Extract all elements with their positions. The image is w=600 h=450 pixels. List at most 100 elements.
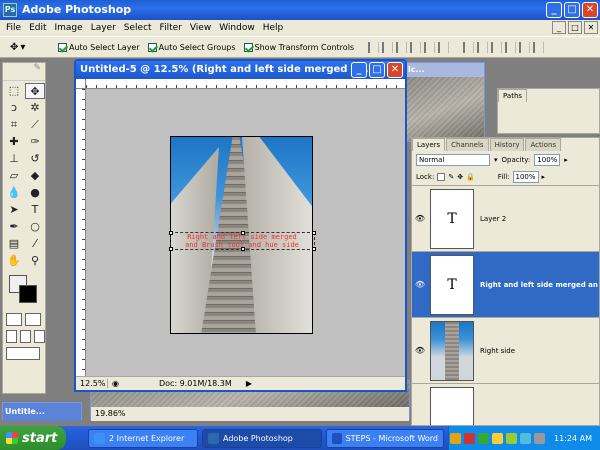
background-color-swatch[interactable]	[19, 285, 37, 303]
full-screen-mode-icon[interactable]	[34, 330, 45, 343]
zoom-field[interactable]: 12.5%	[76, 379, 108, 388]
visibility-eye-icon[interactable]: 👁	[412, 346, 428, 355]
tray-app-icon[interactable]	[450, 432, 462, 444]
distribute-hcenter-icon[interactable]	[519, 41, 531, 53]
crop-tool-icon[interactable]: ⌗	[4, 117, 24, 133]
layer-row[interactable]: 👁 Right side	[412, 317, 599, 383]
distribute-bottom-icon[interactable]	[491, 41, 503, 53]
blend-mode-select[interactable]: Normal	[416, 154, 490, 166]
pen-tool-icon[interactable]: ✒	[4, 219, 24, 235]
tab-channels[interactable]: Channels	[446, 138, 489, 151]
fill-slider-arrow-icon[interactable]: ▸	[542, 173, 546, 181]
maximize-button[interactable]: □	[564, 2, 580, 18]
paint-bucket-tool-icon[interactable]: ◆	[25, 168, 45, 184]
magic-wand-tool-icon[interactable]: ✲	[25, 100, 45, 116]
show-transform-controls-checkbox[interactable]: Show Transform Controls	[243, 42, 354, 52]
taskbar-button-photoshop[interactable]: Adobe Photoshop	[202, 428, 322, 448]
tray-app-icon[interactable]	[464, 432, 476, 444]
align-left-icon[interactable]	[410, 41, 422, 53]
doc-close-button[interactable]: ✕	[387, 62, 403, 78]
clock[interactable]: 11:24 AM	[554, 434, 592, 443]
distribute-top-icon[interactable]	[463, 41, 475, 53]
layer-row-selected[interactable]: 👁 T Right and left side merged an	[412, 251, 599, 317]
taskbar-button-internet-explorer[interactable]: 2 Internet Explorer	[88, 428, 198, 448]
align-vcenter-icon[interactable]	[382, 41, 394, 53]
tab-actions[interactable]: Actions	[525, 138, 562, 151]
lock-transparent-pixels-icon[interactable]	[437, 173, 446, 181]
shape-tool-icon[interactable]: ○	[25, 219, 45, 235]
minimize-button[interactable]: _	[546, 2, 562, 18]
lasso-tool-icon[interactable]: ↄ	[4, 100, 24, 116]
history-brush-tool-icon[interactable]: ↺	[25, 151, 45, 167]
jump-to-imageready-icon[interactable]	[6, 347, 40, 360]
menu-layer[interactable]: Layer	[87, 23, 120, 33]
menu-view[interactable]: View	[186, 23, 215, 33]
distribute-right-icon[interactable]	[533, 41, 545, 53]
align-right-icon[interactable]	[438, 41, 450, 53]
tray-app-icon[interactable]	[520, 432, 532, 444]
close-button[interactable]: ✕	[582, 2, 598, 18]
brush-tool-icon[interactable]: ✑	[25, 134, 45, 150]
hand-tool-icon[interactable]: ✋	[4, 253, 24, 269]
tab-history[interactable]: History	[489, 138, 525, 151]
lock-all-icon[interactable]: 🔒	[466, 173, 475, 181]
standard-mode-icon[interactable]	[6, 313, 22, 326]
canvas-area[interactable]: Right and left side merged and Brush too…	[86, 89, 405, 376]
layer-row[interactable]	[412, 383, 599, 425]
move-tool-icon[interactable]: ✥	[25, 83, 45, 99]
marquee-tool-icon[interactable]: ⬚	[4, 83, 24, 99]
auto-select-groups-checkbox[interactable]: Auto Select Groups	[147, 42, 236, 52]
tab-layers[interactable]: Layers	[412, 138, 446, 151]
tray-app-icon[interactable]	[478, 432, 490, 444]
type-tool-icon[interactable]: T	[25, 202, 45, 218]
doc-maximize-button[interactable]: □	[369, 62, 385, 78]
status-menu-arrow-icon[interactable]: ▶	[246, 379, 252, 388]
eyedropper-tool-icon[interactable]: ⁄	[25, 236, 45, 252]
tray-app-icon[interactable]	[492, 432, 504, 444]
zoom-tool-icon[interactable]: ⚲	[25, 253, 45, 269]
path-selection-tool-icon[interactable]: ➤	[4, 202, 24, 218]
lock-image-pixels-icon[interactable]: ✎	[448, 173, 454, 181]
tool-preset-picker[interactable]: ✥ ▾	[10, 38, 50, 56]
auto-select-layer-checkbox[interactable]: Auto Select Layer	[58, 42, 140, 52]
full-screen-menu-mode-icon[interactable]	[20, 330, 31, 343]
blur-tool-icon[interactable]: 💧	[4, 185, 24, 201]
menu-window[interactable]: Window	[215, 23, 259, 33]
visibility-eye-icon[interactable]: 👁	[412, 214, 428, 223]
menu-image[interactable]: Image	[51, 23, 87, 33]
vertical-ruler[interactable]	[76, 89, 86, 376]
distribute-vcenter-icon[interactable]	[477, 41, 489, 53]
fill-input[interactable]: 100%	[512, 171, 539, 183]
layer-row[interactable]: 👁 T Layer 2	[412, 185, 599, 251]
doc-minimize-button[interactable]: _	[552, 21, 566, 34]
status-options-icon[interactable]: ◉	[112, 379, 119, 388]
start-button[interactable]: start	[0, 426, 66, 450]
notes-tool-icon[interactable]: ▤	[4, 236, 24, 252]
tab-paths[interactable]: Paths	[498, 89, 528, 102]
minimized-document-window[interactable]: Untitle...	[2, 402, 82, 421]
volume-icon[interactable]	[534, 432, 546, 444]
dodge-tool-icon[interactable]: ●	[25, 185, 45, 201]
align-bottom-icon[interactable]	[396, 41, 408, 53]
doc-restore-button[interactable]: □	[568, 21, 582, 34]
slice-tool-icon[interactable]: ⟋	[25, 117, 45, 133]
doc-close-button[interactable]: ✕	[584, 21, 598, 34]
horizontal-ruler[interactable]	[86, 79, 405, 89]
doc-minimize-button[interactable]: _	[351, 62, 367, 78]
lock-position-icon[interactable]: ✥	[457, 173, 463, 181]
align-hcenter-icon[interactable]	[424, 41, 436, 53]
distribute-left-icon[interactable]	[505, 41, 517, 53]
opacity-slider-arrow-icon[interactable]: ▸	[564, 156, 568, 164]
menu-help[interactable]: Help	[259, 23, 288, 33]
clone-stamp-tool-icon[interactable]: ⊥	[4, 151, 24, 167]
menu-filter[interactable]: Filter	[156, 23, 186, 33]
standard-screen-mode-icon[interactable]	[6, 330, 17, 343]
menu-file[interactable]: File	[2, 23, 25, 33]
menu-edit[interactable]: Edit	[25, 23, 50, 33]
quick-mask-mode-icon[interactable]	[25, 313, 41, 326]
tray-app-icon[interactable]	[506, 432, 518, 444]
healing-brush-tool-icon[interactable]: ✚	[4, 134, 24, 150]
canvas-text-layer[interactable]: Right and left side merged and Brush too…	[168, 233, 316, 249]
visibility-eye-icon[interactable]: 👁	[412, 280, 428, 289]
opacity-input[interactable]: 100%	[534, 154, 561, 166]
